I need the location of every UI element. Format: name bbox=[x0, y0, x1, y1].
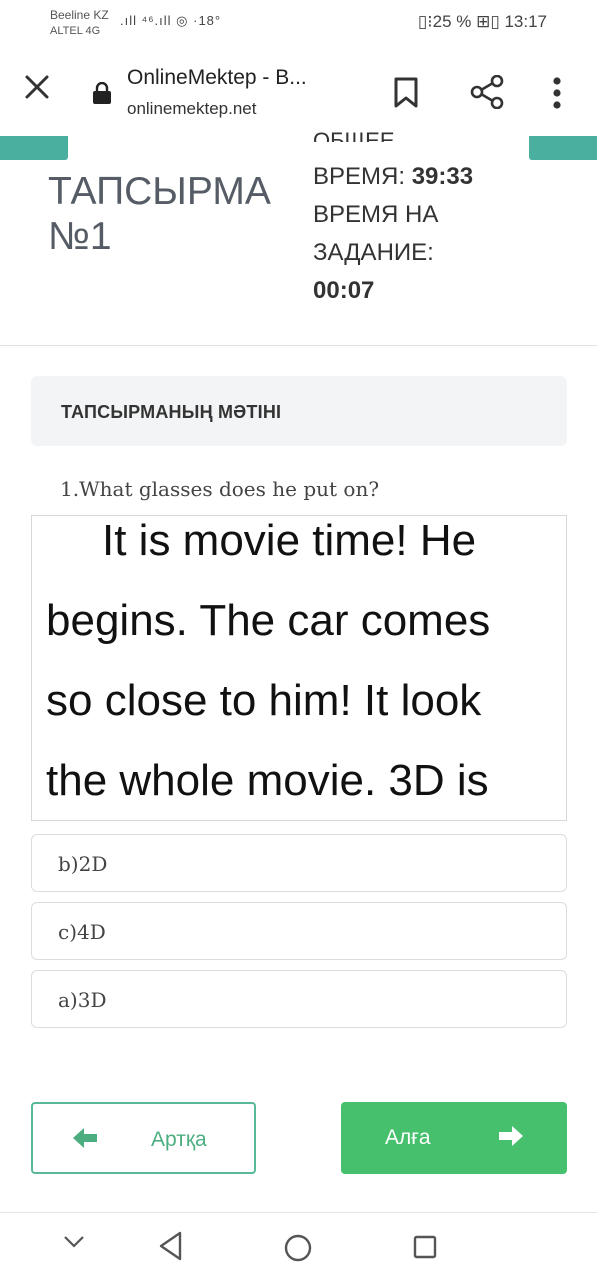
system-nav-bar bbox=[0, 1212, 597, 1280]
back-button-label: Артқа bbox=[151, 1128, 207, 1151]
task-title: ТАПСЫРМА №1 bbox=[48, 169, 318, 259]
task-text-panel: ТАПСЫРМАНЫҢ МӘТІНІ bbox=[31, 376, 567, 446]
total-time-cut-label: ОБЩЕЕ bbox=[313, 128, 395, 142]
timer-block: ВРЕМЯ: 39:33 ВРЕМЯ НА ЗАДАНИЕ: 00:07 bbox=[313, 158, 553, 310]
quiz-header: ТАПСЫРМА №1 ОБЩЕЕ ВРЕМЯ: 39:33 ВРЕМЯ НА … bbox=[0, 128, 597, 346]
nav-home-icon[interactable] bbox=[284, 1234, 312, 1267]
answer-option-a[interactable]: a)3D bbox=[31, 970, 567, 1028]
total-time-value: 39:33 bbox=[411, 163, 474, 190]
question-text: 1.What glasses does he put on? bbox=[60, 477, 380, 501]
reading-line: It is movie time! He bbox=[102, 516, 477, 565]
task-text-heading: ТАПСЫРМАНЫҢ МӘТІНІ bbox=[61, 402, 282, 422]
task-title-line1: ТАПСЫРМА bbox=[48, 170, 271, 213]
answer-option-c[interactable]: c)4D bbox=[31, 902, 567, 960]
arrow-left-icon bbox=[71, 1124, 99, 1159]
answer-option-b[interactable]: b)2D bbox=[31, 834, 567, 892]
more-menu-icon[interactable] bbox=[552, 76, 562, 115]
lock-icon bbox=[92, 81, 112, 104]
battery-clock: ▯⁝25 % ⊞▯ 13:17 bbox=[417, 12, 547, 31]
nav-recent-apps-icon[interactable] bbox=[413, 1235, 437, 1264]
signal-icons: .ıll ⁴⁶.ıll ◎ ·18° bbox=[120, 13, 222, 28]
answer-option-label: b)2D bbox=[58, 852, 108, 876]
task-title-number: №1 bbox=[48, 215, 112, 258]
page-title: OnlineMektep - В... bbox=[127, 66, 307, 89]
carrier-name-1: Beeline KZ bbox=[50, 8, 109, 22]
answer-option-label: a)3D bbox=[58, 988, 107, 1012]
next-button-label: Алға bbox=[385, 1126, 431, 1149]
teal-tab-right[interactable] bbox=[529, 136, 597, 160]
page-url[interactable]: onlinemektep.net bbox=[127, 99, 256, 119]
task-time-label: ВРЕМЯ НА ЗАДАНИЕ: bbox=[313, 201, 439, 266]
answer-option-label: c)4D bbox=[58, 920, 106, 944]
status-bar: Beeline KZ ALTEL 4G .ıll ⁴⁶.ıll ◎ ·18° ▯… bbox=[0, 0, 597, 48]
teal-tab-left[interactable] bbox=[0, 136, 68, 160]
browser-toolbar: OnlineMektep - В... onlinemektep.net bbox=[0, 48, 597, 136]
nav-back-icon[interactable] bbox=[158, 1231, 184, 1266]
reading-text-box: It is movie time! He begins. The car com… bbox=[31, 515, 567, 821]
close-icon[interactable] bbox=[24, 74, 50, 106]
total-time-label: ВРЕМЯ: bbox=[313, 163, 406, 190]
reading-line: so close to him! It look bbox=[46, 676, 482, 725]
arrow-right-icon bbox=[497, 1122, 525, 1157]
next-button[interactable]: Алға bbox=[341, 1102, 567, 1174]
task-time-value: 00:07 bbox=[313, 277, 375, 304]
bookmark-icon[interactable] bbox=[393, 77, 419, 114]
carrier-name-2: ALTEL 4G bbox=[50, 25, 101, 37]
share-icon[interactable] bbox=[470, 74, 504, 114]
reading-line: the whole movie. 3D is bbox=[46, 756, 489, 805]
back-button[interactable]: Артқа bbox=[31, 1102, 256, 1174]
reading-line: begins. The car comes bbox=[46, 596, 491, 645]
chevron-down-icon[interactable] bbox=[63, 1235, 85, 1254]
